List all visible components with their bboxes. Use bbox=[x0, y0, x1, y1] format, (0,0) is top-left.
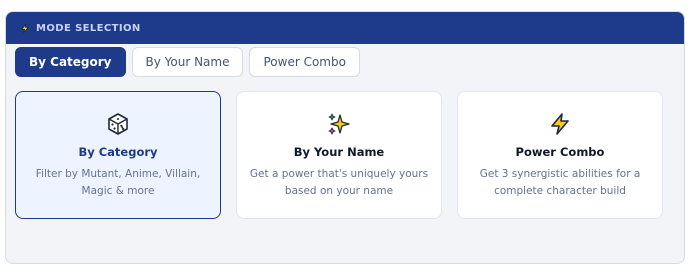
panel-header: MODE SELECTION bbox=[6, 12, 684, 44]
card-power-combo[interactable]: Power Combo Get 3 synergistic abilities … bbox=[457, 91, 663, 219]
card-description: Get a power that's uniquely yours based … bbox=[249, 168, 429, 197]
tab-by-your-name[interactable]: By Your Name bbox=[131, 47, 244, 77]
tab-by-category[interactable]: By Category bbox=[15, 47, 126, 77]
lightning-bolt-icon bbox=[20, 23, 30, 34]
tab-power-combo[interactable]: Power Combo bbox=[249, 47, 360, 77]
card-title: By Your Name bbox=[293, 145, 385, 159]
dice-icon bbox=[106, 112, 130, 136]
lightning-bolt-icon bbox=[548, 112, 572, 136]
sparkles-icon bbox=[327, 112, 351, 136]
mode-cards: By Category Filter by Mutant, Anime, Vil… bbox=[15, 91, 663, 219]
card-description: Get 3 synergistic abilities for a comple… bbox=[479, 168, 641, 197]
mode-tabs: By Category By Your Name Power Combo bbox=[15, 47, 360, 77]
card-description: Filter by Mutant, Anime, Villain, Magic … bbox=[35, 168, 201, 197]
card-by-your-name[interactable]: By Your Name Get a power that's uniquely… bbox=[236, 91, 442, 219]
section-title: MODE SELECTION bbox=[36, 22, 141, 34]
card-title: Power Combo bbox=[515, 145, 605, 159]
card-title: By Category bbox=[78, 145, 158, 159]
card-by-category[interactable]: By Category Filter by Mutant, Anime, Vil… bbox=[15, 91, 221, 219]
